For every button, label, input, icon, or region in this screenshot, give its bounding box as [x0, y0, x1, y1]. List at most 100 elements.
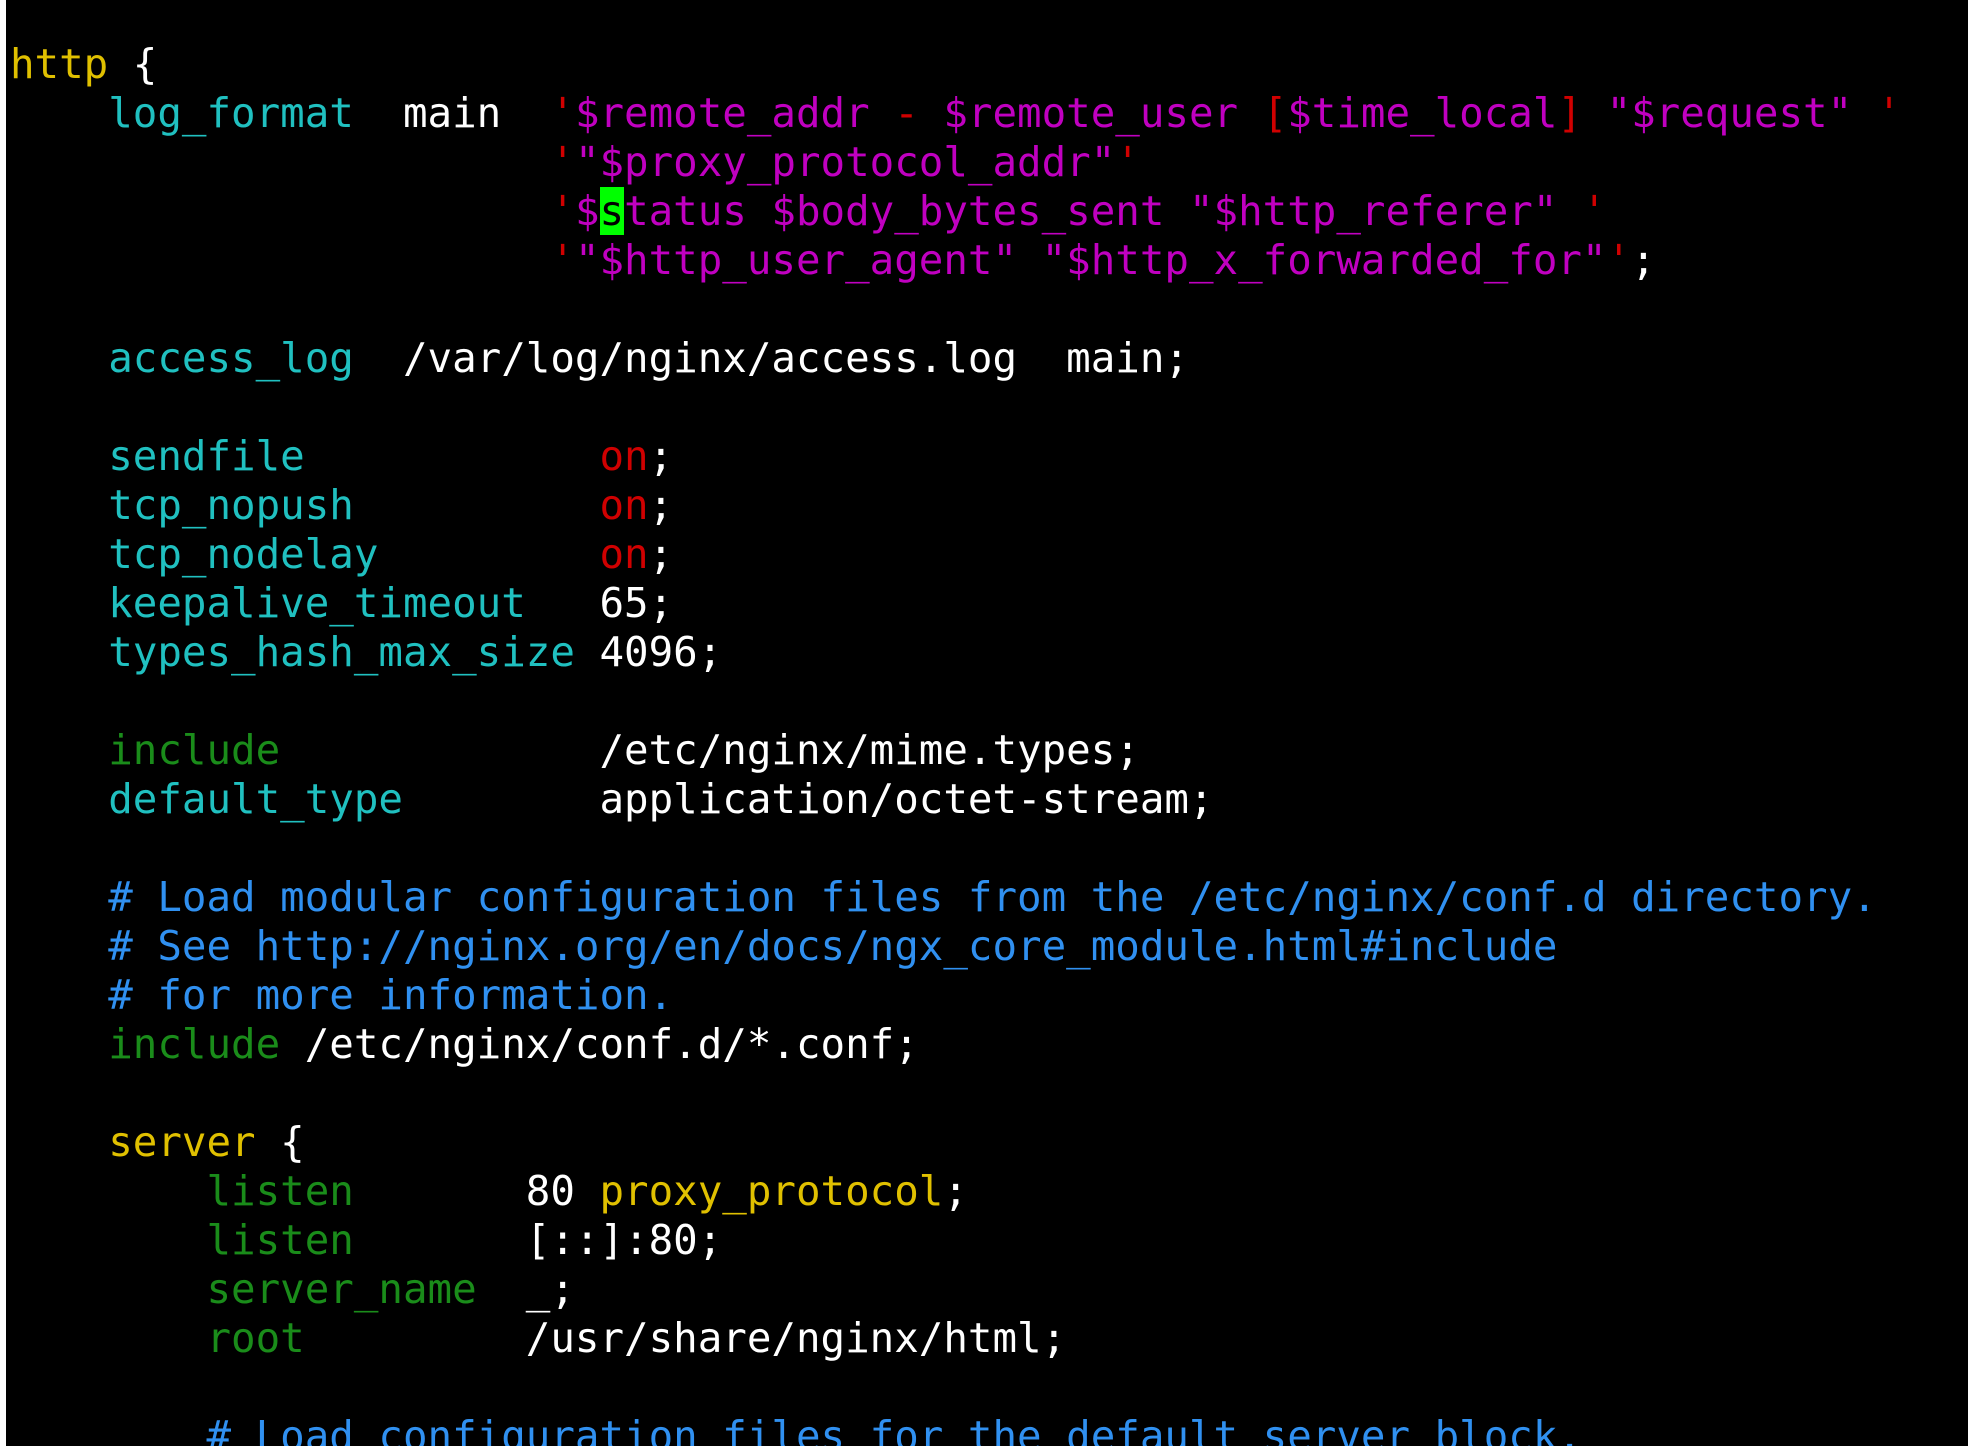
code-token-string-delim: ] — [1557, 89, 1607, 137]
text-editor-buffer[interactable]: http { log_format main '$remote_addr - $… — [10, 40, 1901, 1446]
code-token-default: _; — [476, 1265, 575, 1313]
code-line[interactable]: default_type application/octet-stream; — [10, 775, 1901, 824]
code-token-block: http — [10, 40, 109, 88]
code-token-default — [10, 1265, 207, 1313]
code-line[interactable]: types_hash_max_size 4096; — [10, 628, 1901, 677]
code-token-default — [354, 481, 600, 529]
code-line[interactable] — [10, 383, 1901, 432]
code-line[interactable] — [10, 824, 1901, 873]
code-token-builtin: include — [108, 1020, 281, 1068]
code-token-string-delim: [ — [1262, 89, 1288, 137]
code-token-string-delim: ' — [1581, 187, 1607, 235]
code-line[interactable]: include /etc/nginx/mime.types; — [10, 726, 1901, 775]
code-token-default — [10, 1118, 108, 1166]
code-line[interactable]: http { — [10, 40, 1901, 89]
code-token-default: /etc/nginx/conf.d/*.conf; — [280, 1020, 919, 1068]
code-token-comment: # See http://nginx.org/en/docs/ngx_core_… — [108, 922, 1558, 970]
code-token-default: /etc/nginx/mime.types; — [280, 726, 1140, 774]
code-token-string: $remote_addr — [574, 89, 895, 137]
terminal-window[interactable]: http { log_format main '$remote_addr - $… — [6, 0, 1968, 1446]
code-token-default: ; — [943, 1167, 968, 1215]
code-token-string: tatus $body_bytes_sent "$http_referer" — [624, 187, 1582, 235]
code-token-string-delim: ' — [1606, 236, 1632, 284]
code-token-default — [10, 187, 550, 235]
code-token-default — [10, 1412, 207, 1446]
code-line[interactable]: tcp_nodelay on; — [10, 530, 1901, 579]
code-token-comment: # for more information. — [108, 971, 674, 1019]
code-token-default — [10, 432, 108, 480]
code-line[interactable]: root /usr/share/nginx/html; — [10, 1314, 1901, 1363]
code-token-default — [10, 1216, 207, 1264]
code-token-default — [10, 775, 108, 823]
code-token-default — [10, 1314, 207, 1362]
code-token-default: 65; — [525, 579, 674, 627]
code-token-string: "$proxy_protocol_addr" — [574, 138, 1116, 186]
code-token-default — [10, 1167, 207, 1215]
code-token-builtin: listen — [206, 1167, 354, 1215]
code-token-directive: default_type — [108, 775, 403, 823]
code-line[interactable] — [10, 1069, 1901, 1118]
code-token-block: proxy_protocol — [599, 1167, 944, 1215]
code-line[interactable]: listen 80 proxy_protocol; — [10, 1167, 1901, 1216]
code-token-default — [10, 922, 108, 970]
code-token-default — [10, 334, 108, 382]
code-line[interactable]: '"$http_user_agent" "$http_x_forwarded_f… — [10, 236, 1901, 285]
text-cursor: s — [599, 187, 625, 235]
code-line[interactable]: # Load configuration files for the defau… — [10, 1412, 1901, 1446]
code-token-directive: keepalive_timeout — [108, 579, 526, 627]
code-token-default — [10, 89, 108, 137]
code-line[interactable]: tcp_nopush on; — [10, 481, 1901, 530]
code-line[interactable]: access_log /var/log/nginx/access.log mai… — [10, 334, 1901, 383]
code-token-string: "$request" — [1606, 89, 1877, 137]
code-token-directive: access_log — [108, 334, 354, 382]
code-token-string-delim: ' — [1115, 138, 1140, 186]
code-line[interactable] — [10, 285, 1901, 334]
code-line[interactable]: # See http://nginx.org/en/docs/ngx_core_… — [10, 922, 1901, 971]
code-token-string-delim: ' — [550, 138, 575, 186]
code-token-string-delim: ' — [550, 236, 575, 284]
code-line[interactable] — [10, 677, 1901, 726]
code-line[interactable]: listen [::]:80; — [10, 1216, 1901, 1265]
code-token-default — [10, 628, 108, 676]
code-token-default — [10, 530, 108, 578]
code-token-default: { — [108, 40, 158, 88]
code-line[interactable]: # Load modular configuration files from … — [10, 873, 1901, 922]
code-token-default — [305, 432, 600, 480]
code-token-on: on — [599, 481, 649, 529]
code-token-builtin: root — [206, 1314, 305, 1362]
code-token-default — [10, 138, 550, 186]
code-token-default: application/octet-stream; — [403, 775, 1214, 823]
code-token-on: on — [599, 530, 649, 578]
code-token-builtin: server_name — [206, 1265, 477, 1313]
code-token-default: [::]:80; — [353, 1216, 723, 1264]
code-token-default — [10, 236, 550, 284]
code-token-default — [378, 530, 599, 578]
code-token-string: $remote_user — [943, 89, 1263, 137]
code-line[interactable]: '"$proxy_protocol_addr"' — [10, 138, 1901, 187]
code-line[interactable] — [10, 1363, 1901, 1412]
code-token-default — [10, 579, 108, 627]
code-line[interactable]: keepalive_timeout 65; — [10, 579, 1901, 628]
code-line[interactable]: '$status $body_bytes_sent "$http_referer… — [10, 187, 1901, 236]
code-token-on: on — [599, 432, 649, 480]
code-token-comment: # Load modular configuration files from … — [108, 873, 1877, 921]
code-line[interactable]: log_format main '$remote_addr - $remote_… — [10, 89, 1901, 138]
code-line[interactable]: sendfile on; — [10, 432, 1901, 481]
code-token-default: ; — [1631, 236, 1656, 284]
code-token-default — [10, 873, 108, 921]
code-token-block: server — [108, 1118, 256, 1166]
code-token-string: "$http_user_agent" "$http_x_forwarded_fo… — [574, 236, 1607, 284]
code-token-default: ; — [648, 530, 674, 578]
code-token-builtin: include — [108, 726, 281, 774]
code-line[interactable]: server { — [10, 1118, 1901, 1167]
code-token-default: /usr/share/nginx/html; — [304, 1314, 1067, 1362]
code-token-default: main — [353, 89, 551, 137]
code-line[interactable]: server_name _; — [10, 1265, 1901, 1314]
code-token-string-delim: ' — [550, 89, 575, 137]
code-token-string-delim: ' — [1876, 89, 1902, 137]
code-token-default: ; — [648, 432, 674, 480]
code-token-directive: log_format — [108, 89, 354, 137]
code-line[interactable]: # for more information. — [10, 971, 1901, 1020]
code-token-string-delim: ' — [550, 187, 575, 235]
code-line[interactable]: include /etc/nginx/conf.d/*.conf; — [10, 1020, 1901, 1069]
